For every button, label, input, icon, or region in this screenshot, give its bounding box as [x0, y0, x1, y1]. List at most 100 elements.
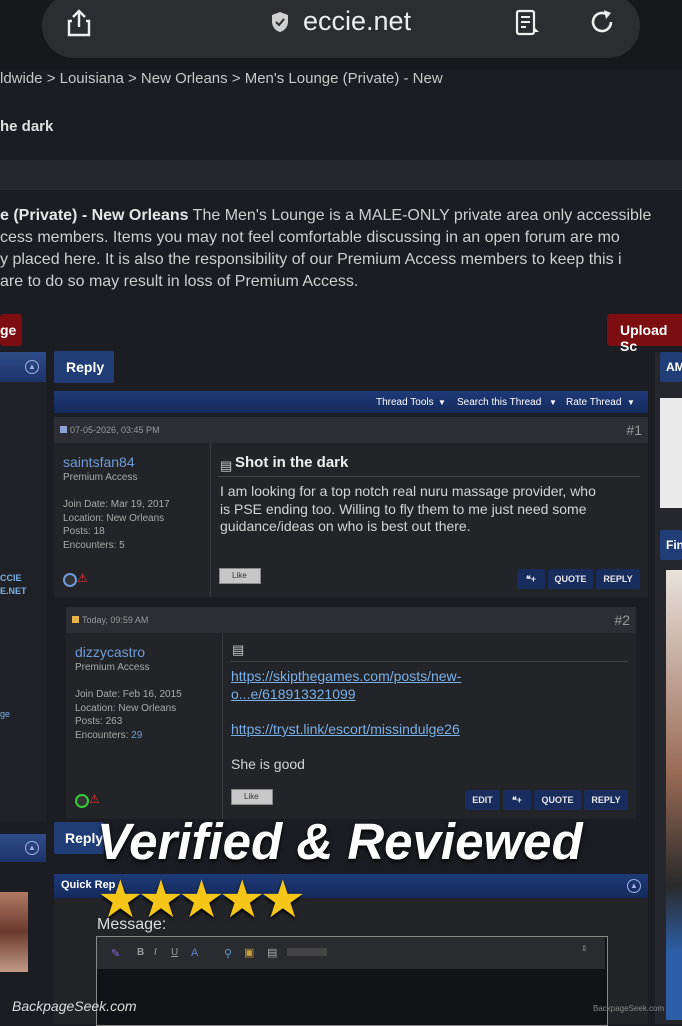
status-icon: [63, 573, 77, 587]
format-dropdown[interactable]: [287, 948, 327, 956]
reader-icon[interactable]: [513, 8, 543, 38]
chevron-down-icon: ▼: [549, 398, 557, 407]
post-icon: [60, 426, 67, 433]
collapse-icon[interactable]: ▲: [25, 360, 39, 374]
desc-line-1: The Men's Lounge is a MALE-ONLY private …: [188, 207, 652, 224]
post-2-encounters-label: Encounters:: [75, 729, 132, 741]
reload-icon[interactable]: [587, 7, 617, 37]
post-1-body-line-3: guidance/ideas on who is best out there.: [220, 518, 471, 534]
warning-icon[interactable]: ⚠: [77, 571, 88, 585]
edit-button[interactable]: EDIT: [465, 790, 500, 810]
document-icon[interactable]: ▤: [267, 946, 277, 959]
post-icon: [72, 616, 79, 623]
url-text[interactable]: eccie.net: [303, 6, 411, 37]
left-sidebar-header-2: [0, 834, 46, 862]
post-1-number[interactable]: #1: [626, 422, 642, 438]
post-1-header: 07-05-2026, 03:45 PM #1: [54, 417, 648, 443]
post-2-link-1a[interactable]: https://skipthegames.com/posts/new-: [231, 668, 461, 684]
post-1-username[interactable]: saintsfan84: [63, 454, 135, 470]
desc-line-4: are to do so may result in loss of Premi…: [0, 273, 359, 290]
collapse-icon-3[interactable]: ▲: [627, 879, 641, 893]
search-thread-menu[interactable]: Search this Thread: [457, 397, 541, 408]
sidebar-text-3[interactable]: ge: [0, 709, 10, 719]
post-2-encounters-value[interactable]: 29: [131, 730, 142, 741]
post-2-header: Today, 09:59 AM #2: [66, 607, 636, 633]
section-band: [0, 160, 682, 190]
right-ad-2[interactable]: [666, 570, 682, 1020]
online-status-icon: [75, 794, 89, 808]
post-1-date: 07-05-2026, 03:45 PM: [70, 425, 160, 435]
star-rating: ★★★★★: [97, 871, 306, 929]
thread-tools-bar: Thread Tools ▼ Search this Thread ▼ Rate…: [54, 391, 648, 413]
share-icon[interactable]: [64, 8, 94, 38]
rate-thread-menu[interactable]: Rate Thread: [566, 397, 621, 408]
post-1-role: Premium Access: [63, 472, 138, 483]
multiquote-button[interactable]: ❝+: [503, 790, 531, 810]
breadcrumb[interactable]: ldwide > Louisiana > New Orleans > Men's…: [0, 70, 443, 87]
like-label: Like: [244, 792, 259, 801]
post-2-posts: Posts: 263: [75, 716, 123, 727]
underline-icon[interactable]: U: [171, 947, 178, 958]
sidebar-text-2[interactable]: E.NET: [0, 586, 27, 596]
post-1-meta: Join Date: Mar 19, 2017 Location: New Or…: [63, 498, 170, 552]
editor-toolbar: ✎ B I U A ⚲ ▣ ▤ ⇕: [97, 937, 605, 969]
post-1-body-line-2: is PSE ending too. Willing to fly them t…: [220, 500, 587, 517]
thread-tools-menu[interactable]: Thread Tools: [376, 397, 434, 408]
chevron-down-icon: ▼: [627, 398, 635, 407]
left-red-button-label: ge: [0, 322, 17, 338]
shield-icon: [272, 12, 288, 32]
post-1: saintsfan84 Premium Access Join Date: Ma…: [54, 443, 648, 597]
post-1-encounters: Encounters: 5: [63, 539, 125, 551]
overlay-headline: Verified & Reviewed: [97, 813, 583, 870]
post-2-username[interactable]: dizzycastro: [75, 644, 145, 660]
eraser-icon[interactable]: ✎: [111, 947, 120, 960]
left-sidebar-header: [0, 352, 46, 382]
desc-line-3: y placed here. It is also the responsibi…: [0, 251, 622, 268]
like-button[interactable]: Like: [231, 789, 273, 805]
document-icon: ▤: [232, 642, 245, 657]
document-icon: ▤: [220, 458, 233, 473]
left-red-button[interactable]: ge: [0, 314, 22, 346]
warning-icon[interactable]: ⚠: [89, 792, 100, 806]
post-2: dizzycastro Premium Access Join Date: Fe…: [66, 633, 636, 819]
title-divider: [230, 661, 628, 662]
multiquote-button[interactable]: ❝+: [517, 569, 545, 589]
post-1-join: Join Date: Mar 19, 2017: [63, 499, 170, 510]
upload-button[interactable]: Upload Sc: [607, 314, 682, 354]
watermark-right: BackpageSeek.com: [593, 1004, 665, 1013]
post-2-encounters: Encounters: 29: [75, 729, 182, 743]
post-reply-button[interactable]: REPLY: [596, 569, 640, 589]
post-2-role: Premium Access: [75, 662, 150, 673]
post-1-location: Location: New Orleans: [63, 512, 165, 524]
sidebar-text-1[interactable]: CCIE: [0, 573, 22, 583]
italic-icon[interactable]: I: [154, 947, 157, 958]
quote-button[interactable]: QUOTE: [548, 569, 593, 589]
desc-line-2: cess members. Items you may not feel com…: [0, 229, 620, 246]
post-2-link-1b[interactable]: o...e/618913321099: [231, 686, 356, 702]
post-2-meta: Join Date: Feb 16, 2015 Location: New Or…: [75, 688, 182, 742]
thread-title-header: he dark: [0, 118, 54, 135]
sidebar-thumbnail[interactable]: [0, 892, 28, 972]
post-1-body: I am looking for a top notch real nuru m…: [220, 483, 596, 536]
post-reply-button[interactable]: REPLY: [584, 790, 628, 810]
like-button[interactable]: Like: [219, 568, 261, 584]
link-icon[interactable]: ⚲: [224, 947, 232, 960]
font-color-icon[interactable]: A: [191, 947, 198, 959]
post-2-link-2[interactable]: https://tryst.link/escort/missindulge26: [231, 721, 460, 737]
reply-button[interactable]: Reply: [54, 351, 114, 383]
quote-button[interactable]: QUOTE: [534, 790, 581, 810]
collapse-icon-2[interactable]: ▲: [25, 841, 39, 855]
post-divider: [222, 633, 223, 819]
bold-icon[interactable]: B: [137, 947, 144, 958]
forum-name: e (Private) - New Orleans: [0, 207, 189, 224]
post-1-title: Shot in the dark: [235, 454, 349, 471]
post-2-number[interactable]: #2: [614, 612, 630, 628]
right-sidebar-header: AM: [660, 352, 682, 382]
title-divider: [218, 476, 640, 477]
right-label-2: Fin: [666, 538, 682, 552]
right-ad-1[interactable]: [660, 398, 682, 508]
toolbar-toggle-icon[interactable]: ⇕: [581, 944, 588, 953]
post-1-body-line-1: I am looking for a top notch real nuru m…: [220, 483, 596, 499]
image-icon[interactable]: ▣: [244, 946, 254, 959]
forum-description: e (Private) - New Orleans The Men's Loun…: [0, 205, 682, 293]
